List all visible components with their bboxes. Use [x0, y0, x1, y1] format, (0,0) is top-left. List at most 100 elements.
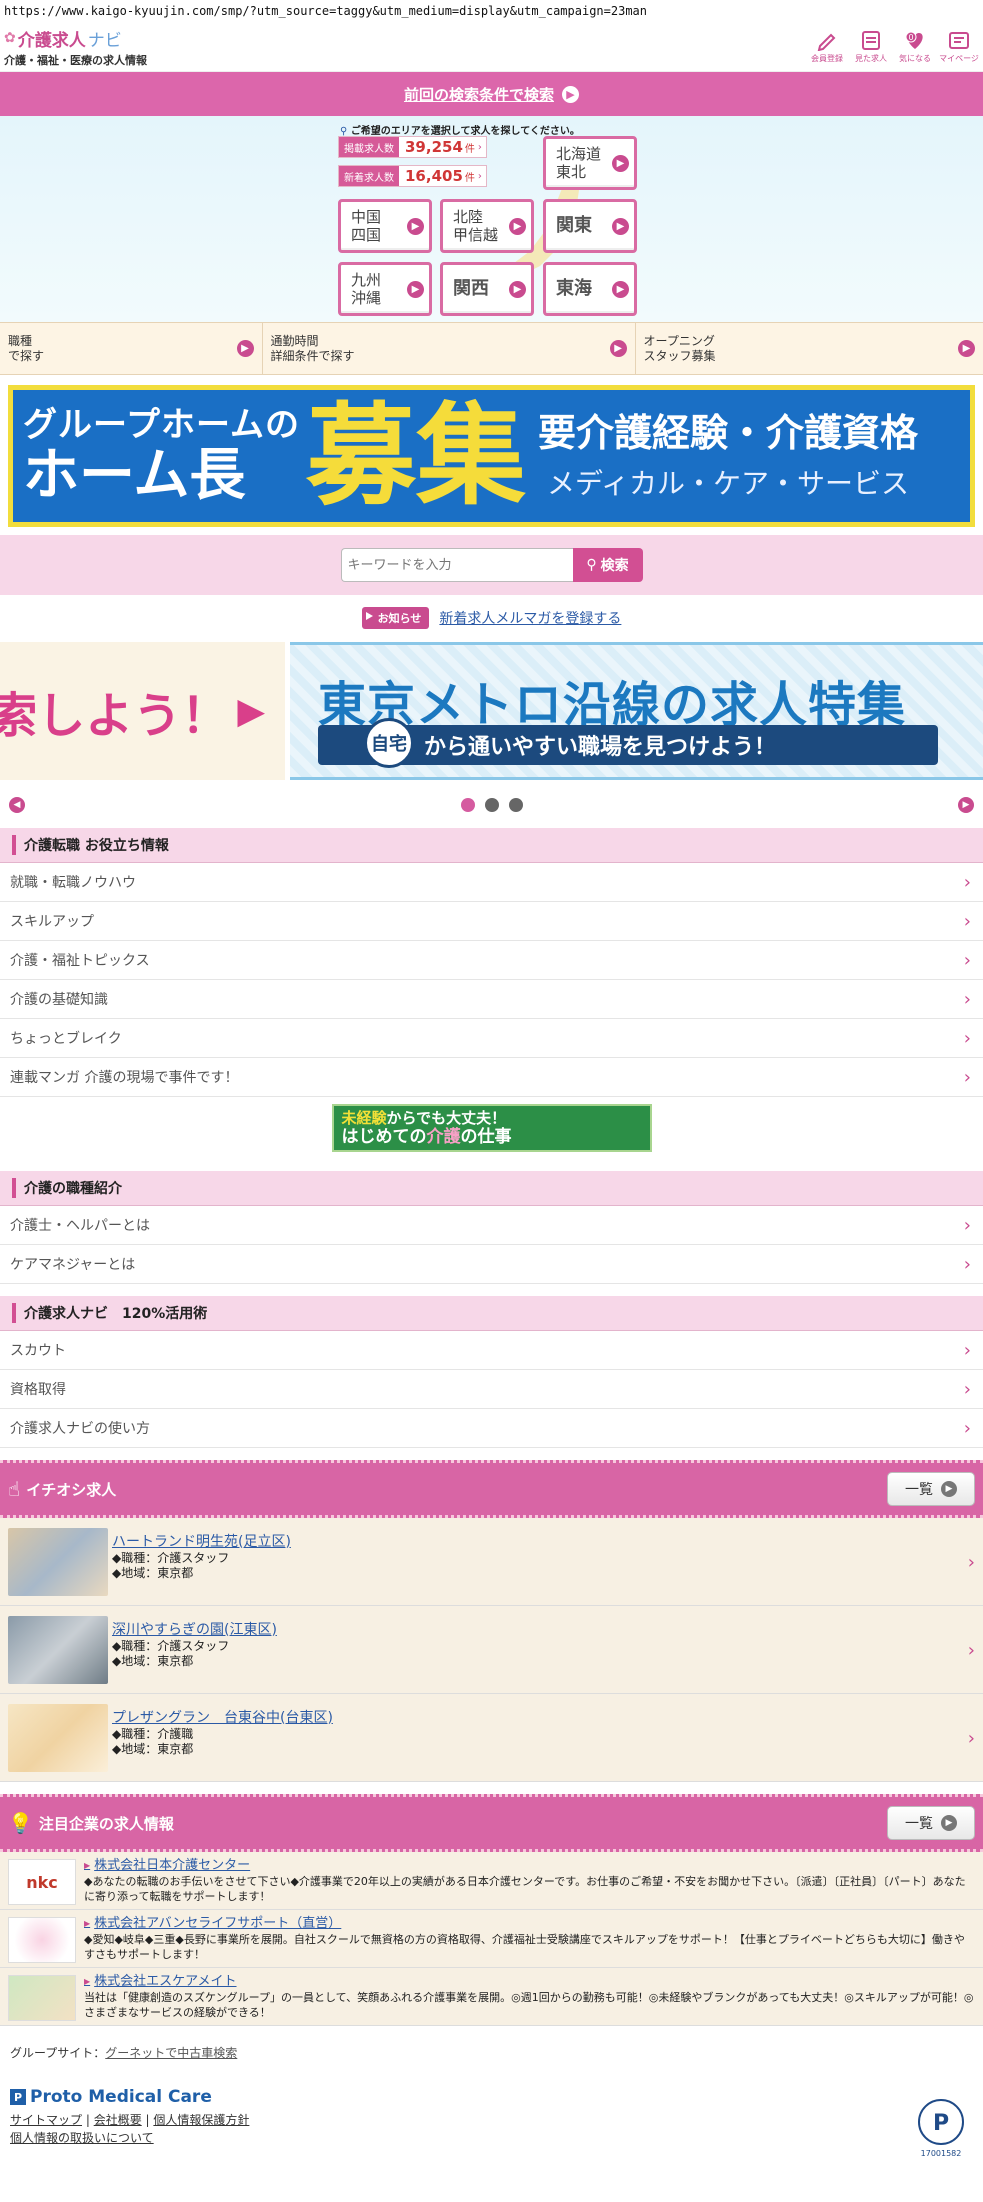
list-item-basics[interactable]: 介護の基礎知識 › [0, 980, 983, 1019]
arrow-right-icon: ▶ [609, 340, 627, 357]
svg-text:17001582: 17001582 [921, 2149, 962, 2158]
slider-dot-3[interactable] [508, 798, 523, 812]
search-opening-staff[interactable]: オープニング スタッフ募集 ▶ [636, 323, 983, 374]
company-name-link[interactable]: 株式会社日本介護センター [84, 1857, 975, 1874]
total-jobs-stat[interactable]: 掲載求人数 39,254 件 › [338, 136, 487, 158]
featured-job[interactable]: ハートランド明生苑(足立区) ◆職種：介護スタッフ ◆地域：東京都 › [0, 1518, 983, 1606]
slider-next-button[interactable]: ▶ [958, 797, 974, 813]
viewed-jobs-button[interactable]: 見た求人 [853, 29, 889, 64]
heart-icon: 0 [905, 31, 923, 49]
company-link[interactable]: 会社概要 [94, 2113, 142, 2127]
nav-label: 会員登録 [811, 54, 843, 63]
list-item-skillup[interactable]: スキルアップ › [0, 902, 983, 941]
list-item-qualification[interactable]: 資格取得 › [0, 1370, 983, 1409]
sitemap-link[interactable]: サイトマップ [10, 2113, 82, 2127]
companies-title: 注目企業の求人情報 [38, 1814, 174, 1833]
keyword-search-button[interactable]: ⚲ 検索 [572, 548, 643, 582]
site-footer: グループサイト：グーネットで中古車検索 P Proto Medical Care… [0, 2026, 983, 2158]
chevron-right-icon: › [963, 949, 971, 971]
region-kyushu-okinawa[interactable]: 九州 沖縄 ▶ [338, 262, 432, 316]
keyword-input[interactable] [340, 548, 573, 582]
arrow-right-icon: ▶ [612, 280, 629, 298]
goonet-link[interactable]: グーネットで中古車検索 [105, 2046, 237, 2060]
arrow-right-icon: ▶ [562, 85, 579, 103]
company-logo [8, 1975, 76, 2021]
slider-nav: ◀ ▶ [0, 782, 983, 828]
triangle-right-icon: ▶ [237, 690, 265, 732]
logo-main: 介護求人 [17, 30, 86, 51]
company-item[interactable]: 株式会社エスケアメイト 当社は「健康創造のスズケングループ」の一員として、笑顔あ… [0, 1968, 983, 2026]
list-item-break[interactable]: ちょっとブレイク › [0, 1019, 983, 1058]
company-logo [8, 1917, 76, 1963]
nav-label: 見た求人 [855, 54, 887, 63]
slide-metro-feature[interactable]: 東京メトロ沿線の求人特集 自宅 から通いやすい職場を見つけよう！ [290, 642, 983, 780]
region-chugoku-shikoku[interactable]: 中国 四国 ▶ [338, 199, 432, 253]
banner-right1: 要介護経験・介護資格 [537, 411, 918, 455]
arrow-right-icon: ▶ [236, 340, 254, 357]
brand-logo[interactable]: P Proto Medical Care [10, 2087, 973, 2107]
company-name-link[interactable]: 株式会社エスケアメイト [84, 1973, 975, 1990]
chevron-right-icon: › [963, 988, 971, 1010]
list-item-manga[interactable]: 連載マンガ 介護の現場で事件です！ › [0, 1058, 983, 1097]
mypage-button[interactable]: マイページ [939, 29, 979, 64]
list-item-caremanager[interactable]: ケアマネジャーとは › [0, 1245, 983, 1284]
job-name-link[interactable]: 深川やすらぎの園(江東区) [112, 1621, 277, 1639]
featured-job[interactable]: プレザングラン 台東谷中(台東区) ◆職種：介護職 ◆地域：東京都 › [0, 1694, 983, 1782]
chevron-right-icon: › [967, 1728, 975, 1749]
list-item-howto[interactable]: 介護求人ナビの使い方 › [0, 1409, 983, 1448]
slider-prev-button[interactable]: ◀ [9, 797, 25, 813]
region-tokai[interactable]: 東海 ▶ [543, 262, 637, 316]
featured-list-button[interactable]: 一覧 ▶ [887, 1472, 975, 1506]
company-item[interactable]: nkc 株式会社日本介護センター ◆あなたの転職のお手伝いをさせて下さい◆介護事… [0, 1852, 983, 1910]
banner-line2: ホーム長 [23, 443, 246, 508]
recruit-banner[interactable]: グループホームの ホーム長 募集 要介護経験・介護資格 メディカル・ケア・サービ… [8, 385, 975, 527]
list-item-topics[interactable]: 介護・福祉トピックス › [0, 941, 983, 980]
featured-job[interactable]: 深川やすらぎの園(江東区) ◆職種：介護スタッフ ◆地域：東京都 › [0, 1606, 983, 1694]
group-site: グループサイト：グーネットで中古車検索 [10, 2046, 238, 2060]
privacy-handling-link[interactable]: 個人情報の取扱いについて [10, 2131, 154, 2145]
member-register-button[interactable]: 会員登録 [809, 29, 845, 64]
region-hokkaido-tohoku[interactable]: 北海道 東北 ▶ [543, 136, 637, 190]
region-hokuriku-koshinetsu[interactable]: 北陸 甲信越 ▶ [440, 199, 534, 253]
site-logo[interactable]: ✿ 介護求人 ナビ 介護・福祉・医療の求人情報 [4, 26, 147, 68]
job-photo [8, 1703, 108, 1772]
newsletter-link[interactable]: 新着求人メルマガを登録する [439, 608, 621, 628]
slider-dot-2[interactable] [484, 798, 499, 812]
favorites-count: 0 [908, 33, 913, 42]
list-item-helper[interactable]: 介護士・ヘルパーとは › [0, 1206, 983, 1245]
slider-dot-1[interactable] [460, 798, 475, 812]
beginner-promo-banner[interactable]: 未経験からでも大丈夫！ はじめての介護の仕事 [331, 1104, 652, 1152]
privacy-policy-link[interactable]: 個人情報保護方針 [153, 2113, 249, 2127]
companies-list-button[interactable]: 一覧 ▶ [887, 1806, 975, 1840]
list-item-knowhow[interactable]: 就職・転職ノウハウ › [0, 863, 983, 902]
url-bar[interactable]: https://www.kaigo-kyuujin.com/smp/?utm_s… [0, 0, 983, 22]
arrow-right-icon: ▶ [958, 340, 975, 357]
chevron-right-icon: › [963, 1027, 971, 1049]
notice-badge: お知らせ [361, 606, 430, 629]
company-item[interactable]: 株式会社アバンセライフサポート（直営） ◆愛知◆岐阜◆三重◆長野に事業所を展開。… [0, 1910, 983, 1968]
new-jobs-stat[interactable]: 新着求人数 16,405 件 › [338, 165, 487, 187]
flower-icon: ✿ [4, 30, 16, 46]
calendar-icon [862, 31, 880, 50]
list-item-scout[interactable]: スカウト › [0, 1331, 983, 1370]
section-navi-title: 介護求人ナビ 120%活用術 [0, 1296, 983, 1331]
chevron-right-icon: › [477, 170, 482, 182]
favorites-button[interactable]: 0 気になる [897, 29, 933, 64]
company-name-link[interactable]: 株式会社アバンセライフサポート（直営） [84, 1915, 975, 1932]
arrow-right-icon: ▶ [612, 217, 629, 235]
slide-prev[interactable]: 検索しよう！ ▶ [0, 642, 285, 780]
chevron-right-icon: › [963, 1253, 971, 1275]
arrow-right-icon: ▶ [509, 280, 526, 298]
prev-search-button[interactable]: 前回の検索条件で検索 ▶ [0, 72, 983, 116]
job-photo [8, 1615, 108, 1684]
pencil-icon [817, 33, 836, 51]
region-kanto[interactable]: 関東 ▶ [543, 199, 637, 253]
region-kansai[interactable]: 関西 ▶ [440, 262, 534, 316]
chevron-right-icon: › [963, 1214, 971, 1236]
job-name-link[interactable]: プレザングラン 台東谷中(台東区) [112, 1709, 333, 1727]
arrow-right-icon: ▶ [941, 1481, 957, 1497]
search-icon: ⚲ [586, 557, 597, 573]
job-name-link[interactable]: ハートランド明生苑(足立区) [112, 1533, 291, 1551]
search-by-commute[interactable]: 通勤時間 詳細条件で探す ▶ [263, 323, 636, 374]
search-by-jobtype[interactable]: 職種 で探す ▶ [0, 323, 263, 374]
